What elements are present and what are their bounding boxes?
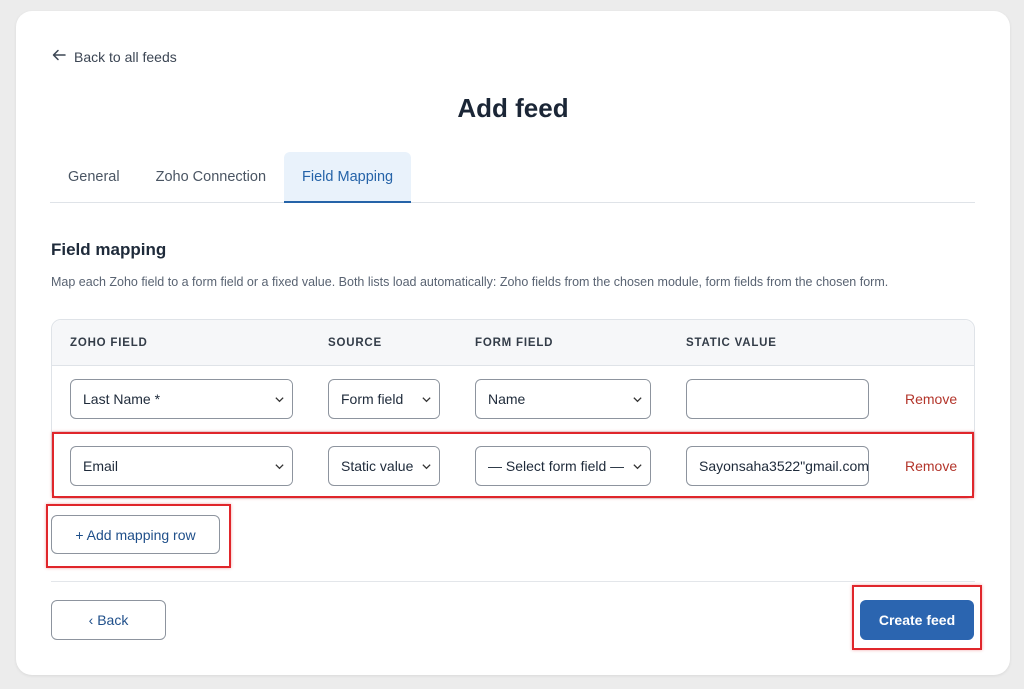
tab-label: Zoho Connection (155, 169, 267, 185)
page-title: Add feed (457, 93, 569, 123)
chevron-down-icon (624, 380, 650, 418)
chevron-down-icon (266, 380, 292, 418)
back-button[interactable]: ‹ Back (51, 600, 166, 640)
mapping-table: ZOHO FIELD SOURCE FORM FIELD STATIC VALU… (51, 319, 975, 499)
arrow-left-icon (52, 48, 66, 65)
header-static-value: STATIC VALUE (686, 337, 777, 349)
create-feed-button[interactable]: Create feed (860, 600, 974, 640)
select-value: Email (83, 458, 119, 474)
select-value: Static value (341, 458, 413, 474)
select-value: Form field (341, 391, 404, 407)
static-value-input[interactable]: Sayonsaha3522"gmail.com (686, 446, 869, 486)
select-value: Name (488, 391, 526, 407)
source-select[interactable]: Form field (328, 379, 440, 419)
back-link-label: Back to all feeds (74, 48, 177, 65)
form-field-select[interactable]: — Select form field — (475, 446, 651, 486)
form-field-select[interactable]: Name (475, 379, 651, 419)
tab-label: Field Mapping (302, 168, 394, 185)
header-form-field: FORM FIELD (475, 337, 554, 349)
table-row: Email Static value — Select form field —… (52, 433, 974, 499)
remove-row-button[interactable]: Remove (905, 391, 957, 407)
tab-field-mapping[interactable]: Field Mapping (284, 152, 412, 203)
static-value-input[interactable] (686, 379, 869, 419)
header-zoho-field: ZOHO FIELD (70, 337, 148, 349)
zoho-field-select[interactable]: Email (70, 446, 293, 486)
table-header: ZOHO FIELD SOURCE FORM FIELD STATIC VALU… (52, 320, 974, 366)
back-to-feeds-link[interactable]: Back to all feeds (52, 48, 177, 65)
section-description: Map each Zoho field to a form field or a… (51, 275, 889, 289)
select-value: — Select form field — (488, 458, 624, 474)
source-select[interactable]: Static value (328, 446, 440, 486)
chevron-down-icon (266, 447, 292, 485)
select-value: Last Name * (83, 391, 161, 407)
tab-bar: General Zoho Connection Field Mapping (50, 152, 975, 203)
zoho-field-select[interactable]: Last Name * (70, 379, 293, 419)
tab-label: General (68, 169, 120, 185)
chevron-down-icon (413, 447, 439, 485)
table-row: Last Name * Form field Name Remove (52, 366, 974, 432)
chevron-down-icon (413, 380, 439, 418)
tab-general[interactable]: General (50, 152, 138, 202)
header-source: SOURCE (328, 337, 383, 349)
add-mapping-row-button[interactable]: + Add mapping row (51, 515, 220, 554)
tab-zoho-connection[interactable]: Zoho Connection (138, 152, 284, 202)
chevron-down-icon (624, 447, 650, 485)
remove-row-button[interactable]: Remove (905, 458, 957, 474)
add-feed-card: Back to all feeds Add feed General Zoho … (16, 11, 1010, 675)
footer-divider (51, 581, 975, 582)
section-title: Field mapping (51, 240, 167, 259)
